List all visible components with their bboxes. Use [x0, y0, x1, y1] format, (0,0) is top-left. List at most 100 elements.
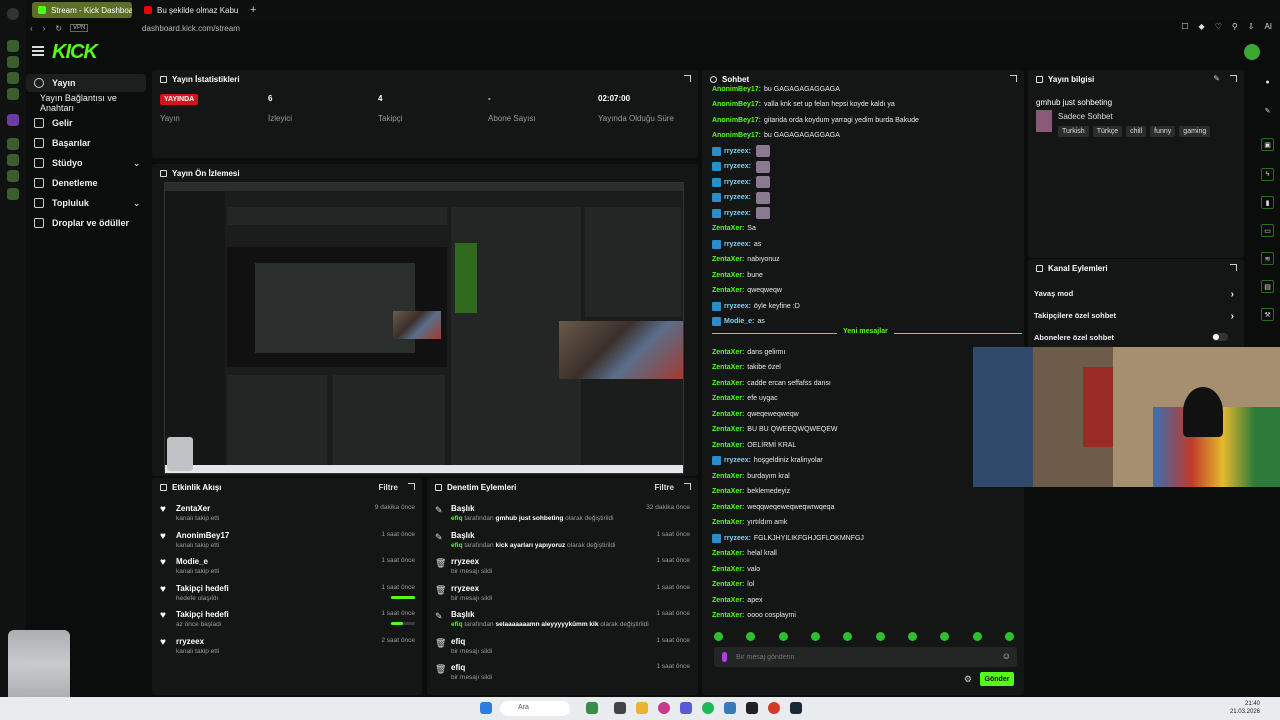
emote-icon[interactable] [778, 632, 788, 641]
emote-icon[interactable] [940, 632, 950, 641]
emote-icon[interactable] [875, 632, 885, 641]
chat-username[interactable]: AnonimBey17: [712, 132, 761, 139]
shield-icon[interactable]: ◆ [1199, 22, 1205, 31]
chat-username[interactable]: ZentaXer: [712, 473, 744, 480]
expand-icon[interactable] [1230, 264, 1237, 271]
chat-username[interactable]: ZentaXer: [712, 380, 744, 387]
sidebar-app-icon[interactable] [7, 154, 19, 166]
reload-icon[interactable]: ↻ [55, 24, 62, 33]
sidebar-app-icon[interactable] [7, 138, 19, 150]
vpn-badge[interactable]: VPN [70, 24, 89, 32]
download-icon[interactable]: ⇩ [1248, 22, 1255, 31]
steam-icon[interactable] [790, 702, 802, 714]
chat-username[interactable]: rryzeex: [724, 241, 751, 248]
new-tab-button[interactable]: + [244, 2, 262, 18]
emote-icon[interactable] [1004, 632, 1014, 641]
chat-username[interactable]: rryzeex: [724, 303, 751, 310]
bookmark-icon[interactable]: ☐ [1181, 22, 1188, 31]
sidebar-item-stream-key[interactable]: Yayın Bağlantısı ve Anahtarı [26, 93, 146, 113]
sidebar-item-yayin[interactable]: Yayın [26, 74, 146, 92]
chat-username[interactable]: ZentaXer: [712, 597, 744, 604]
sidebar-item-denetleme[interactable]: Denetleme [26, 174, 146, 192]
sidebar-app-icon[interactable] [7, 72, 19, 84]
chat-username[interactable]: rryzeex: [724, 179, 751, 186]
chat-settings-gear-icon[interactable]: ⚙ [964, 674, 972, 685]
chat-username[interactable]: AnonimBey17: [712, 86, 761, 93]
extensions-icon[interactable]: ⚲ [1232, 22, 1238, 31]
app-icon[interactable] [724, 702, 736, 714]
filter-button[interactable]: Filtre [378, 483, 398, 492]
chat-username[interactable]: AnonimBey17: [712, 117, 761, 124]
chat-username[interactable]: ZentaXer: [712, 364, 744, 371]
pencil-icon[interactable]: ✎ [1261, 104, 1274, 117]
chat-username[interactable]: ZentaXer: [712, 225, 744, 232]
heart-icon[interactable]: ♡ [1215, 22, 1222, 31]
chat-username[interactable]: rryzeex: [724, 163, 751, 170]
followers-only-row[interactable]: Takipçilere özel sohbet › [1034, 311, 1234, 322]
spotify-icon[interactable] [702, 702, 714, 714]
emote-icon[interactable] [746, 632, 756, 641]
chat-username[interactable]: ZentaXer: [712, 349, 744, 356]
forward-icon[interactable]: › [43, 24, 46, 33]
url-field[interactable]: dashboard.kick.com/stream [142, 24, 240, 33]
chat-username[interactable]: rryzeex: [724, 457, 751, 464]
scan-icon[interactable]: ▣ [1261, 138, 1274, 151]
edit-icon[interactable]: ✎ [1213, 74, 1220, 83]
emote-icon[interactable] [972, 632, 982, 641]
app-icon[interactable] [614, 702, 626, 714]
back-icon[interactable]: ‹ [30, 24, 33, 33]
chat-username[interactable]: ZentaXer: [712, 581, 744, 588]
sidebar-item-droplar[interactable]: Droplar ve ödüller [26, 214, 146, 232]
app-icon[interactable] [746, 702, 758, 714]
emote-icon[interactable] [810, 632, 820, 641]
expand-icon[interactable] [408, 483, 415, 490]
chat-username[interactable]: ZentaXer: [712, 550, 744, 557]
send-button[interactable]: Gönder [980, 672, 1014, 686]
chat-username[interactable]: ZentaXer: [712, 411, 744, 418]
chat-username[interactable]: ZentaXer: [712, 395, 744, 402]
chat-username[interactable]: AnonimBey17: [712, 101, 761, 108]
expand-icon[interactable] [1010, 75, 1017, 82]
filter-button[interactable]: Filtre [654, 483, 674, 492]
stream-preview-video[interactable] [164, 182, 684, 474]
audio-icon[interactable]: ≋ [1261, 252, 1274, 265]
ai-button[interactable]: AI [1264, 22, 1272, 31]
chat-message-input[interactable] [736, 651, 996, 663]
chat-username[interactable]: ZentaXer: [712, 426, 744, 433]
chat-username[interactable]: ZentaXer: [712, 287, 744, 294]
app-icon[interactable] [658, 702, 670, 714]
sidebar-app-icon[interactable] [7, 40, 19, 52]
folder-icon[interactable] [636, 702, 648, 714]
discord-icon[interactable] [680, 702, 692, 714]
chat-username[interactable]: ZentaXer: [712, 566, 744, 573]
chat-username[interactable]: ZentaXer: [712, 612, 744, 619]
subs-only-toggle[interactable] [1212, 333, 1228, 341]
chat-username[interactable]: rryzeex: [724, 148, 751, 155]
emote-icon[interactable] [714, 632, 723, 641]
sidebar-item-basarilar[interactable]: Başarılar [26, 134, 146, 152]
info-circle-icon[interactable]: ● [1261, 76, 1274, 89]
emote-icon[interactable] [843, 632, 853, 641]
slow-mode-row[interactable]: Yavaş mod › [1034, 289, 1234, 300]
mic-icon[interactable] [722, 652, 727, 662]
layout-icon[interactable]: ▤ [1261, 280, 1274, 293]
chat-bubble-icon[interactable]: ▭ [1261, 224, 1274, 237]
chat-username[interactable]: ZentaXer: [712, 272, 744, 279]
chat-username[interactable]: ZentaXer: [712, 442, 744, 449]
avatar[interactable] [1244, 44, 1260, 60]
tab-kick-dashboard[interactable]: Stream - Kick Dashboard [32, 2, 132, 18]
app-icon[interactable] [586, 702, 598, 714]
emoji-icon[interactable]: ☺ [1002, 651, 1011, 661]
chat-username[interactable]: Modie_e: [724, 318, 754, 325]
sidebar-app-icon[interactable] [7, 170, 19, 182]
chat-username[interactable]: ZentaXer: [712, 519, 744, 526]
chat-username[interactable]: ZentaXer: [712, 488, 744, 495]
sidebar-item-gelir[interactable]: Gelir [26, 114, 146, 132]
wrench-icon[interactable]: ⚒ [1261, 308, 1274, 321]
menu-icon[interactable] [32, 46, 44, 56]
chat-username[interactable]: ZentaXer: [712, 504, 744, 511]
chat-username[interactable]: ZentaXer: [712, 256, 744, 263]
expand-icon[interactable] [684, 483, 691, 490]
expand-icon[interactable] [684, 75, 691, 82]
kick-logo[interactable]: KICK [52, 41, 98, 64]
